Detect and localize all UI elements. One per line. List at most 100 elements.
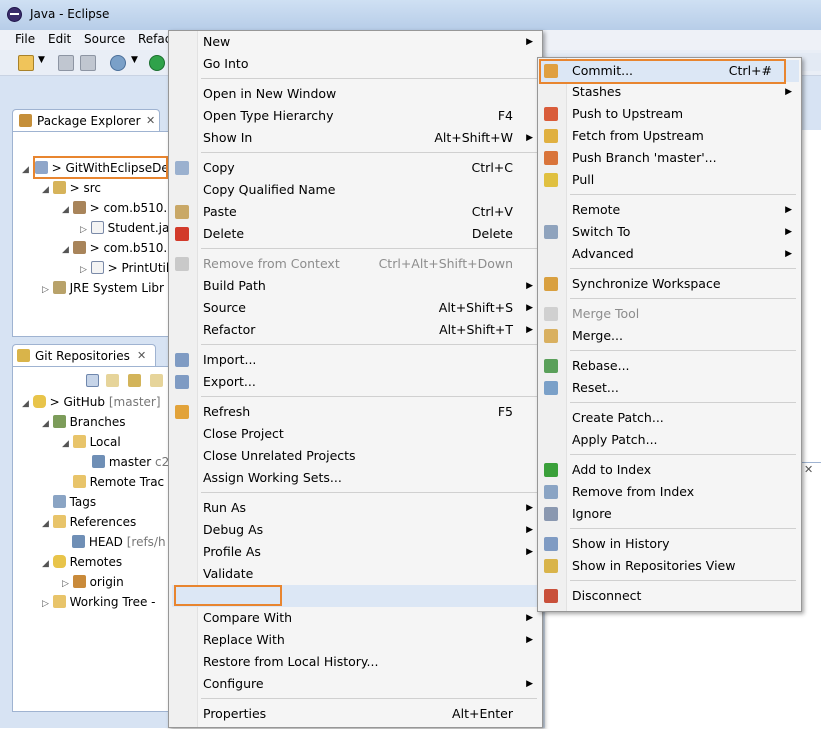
tree-row[interactable]: ◢ > com.b510. [62,238,167,258]
tree-row[interactable]: ▷ Remote Trac [62,472,164,492]
save-all-icon[interactable] [80,55,96,71]
expand-arrow-icon[interactable]: ◢ [22,165,29,175]
expand-arrow-icon[interactable]: ◢ [62,439,69,449]
menu-item-build-path[interactable]: Build Path ▶ [203,275,533,297]
collapse-all-icon[interactable] [86,374,99,387]
add-repository-icon[interactable] [106,374,119,387]
tree-row[interactable]: ▷ origin [62,572,124,592]
menu-item-replace-with[interactable]: Replace With ▶ [203,629,533,651]
menu-refactor[interactable]: Refac [138,32,171,46]
menu-item-push-to-upstream[interactable]: Push to Upstream [572,103,792,125]
tree-row[interactable]: HEAD [refs/h [72,532,166,552]
menu-file[interactable]: File [15,32,35,46]
tree-row[interactable]: ◢ > src [42,178,101,198]
menu-item-apply-patch[interactable]: Apply Patch... [572,429,792,451]
menu-item-open-in-new-window[interactable]: Open in New Window [203,83,533,105]
create-repository-icon[interactable] [150,374,163,387]
tree-row[interactable]: ▷ Tags [42,492,96,512]
menu-item-synchronize-workspace[interactable]: Synchronize Workspace [572,273,792,295]
menu-item-commit[interactable]: Commit... Ctrl+# [572,60,792,82]
menu-item-debug-as[interactable]: Debug As ▶ [203,519,533,541]
menu-item-pull[interactable]: Pull [572,169,792,191]
menu-item-push-branch-master[interactable]: Push Branch 'master'... [572,147,792,169]
close-icon[interactable]: ✕ [146,114,155,127]
run-icon[interactable] [149,55,165,71]
menu-item-properties[interactable]: Properties Alt+Enter [203,703,533,725]
collapse-arrow-icon[interactable]: ▷ [62,579,69,589]
menu-item-refresh[interactable]: Refresh F5 [203,401,533,423]
menu-item-source[interactable]: Source Alt+Shift+S ▶ [203,297,533,319]
menu-item-copy[interactable]: Copy Ctrl+C [203,157,533,179]
menu-item-reset[interactable]: Reset... [572,377,792,399]
expand-arrow-icon[interactable]: ◢ [42,519,49,529]
menu-item-ignore[interactable]: Ignore [572,503,792,525]
tab-package-explorer[interactable]: Package Explorer ✕ [12,109,160,131]
menu-item-create-patch[interactable]: Create Patch... [572,407,792,429]
tree-row[interactable]: master c2 [92,452,169,472]
new-icon[interactable] [18,55,34,71]
menu-item-remove-from-index[interactable]: Remove from Index [572,481,792,503]
menu-item-run-as[interactable]: Run As ▶ [203,497,533,519]
menu-item-show-in-repositories-view[interactable]: Show in Repositories View [572,555,792,577]
tree-row[interactable]: ◢ Remotes [42,552,122,572]
expand-arrow-icon[interactable]: ◢ [62,205,69,215]
expand-arrow-icon[interactable]: ◢ [42,185,49,195]
tree-row[interactable]: ◢ Branches [42,412,126,432]
menu-item-rebase[interactable]: Rebase... [572,355,792,377]
expand-arrow-icon[interactable]: ◢ [22,399,29,409]
close-icon[interactable]: ✕ [137,349,146,362]
tree-row[interactable]: ◢ > com.b510. [62,198,167,218]
menu-item-label: Disconnect [572,588,642,603]
expand-arrow-icon[interactable]: ◢ [42,419,49,429]
menu-item-merge[interactable]: Merge... [572,325,792,347]
menu-item-import[interactable]: Import... [203,349,533,371]
menu-item-new[interactable]: New ▶ [203,31,533,53]
window-title-bar[interactable]: Java - Eclipse [0,0,821,30]
tree-row[interactable]: ▷ Working Tree - [42,592,155,612]
menu-item-configure[interactable]: Configure ▶ [203,673,533,695]
menu-item-close-unrelated-projects[interactable]: Close Unrelated Projects [203,445,533,467]
menu-item-add-to-index[interactable]: Add to Index [572,459,792,481]
collapse-arrow-icon[interactable]: ▷ [80,225,87,235]
save-icon[interactable] [58,55,74,71]
menu-item-show-in[interactable]: Show In Alt+Shift+W ▶ [203,127,533,149]
menu-item-copy-qualified-name[interactable]: Copy Qualified Name [203,179,533,201]
menu-item-show-in-history[interactable]: Show in History [572,533,792,555]
menu-item-disconnect[interactable]: Disconnect [572,585,792,607]
menu-item-assign-working-sets[interactable]: Assign Working Sets... [203,467,533,489]
menu-edit[interactable]: Edit [48,32,71,46]
menu-item-restore-from-local-history[interactable]: Restore from Local History... [203,651,533,673]
menu-item-close-project[interactable]: Close Project [203,423,533,445]
chevron-down-icon[interactable]: ▼ [131,55,138,65]
clone-repository-icon[interactable] [128,374,141,387]
tree-row[interactable]: ▷ JRE System Libr [42,278,164,298]
menu-item-remote[interactable]: Remote ▶ [572,199,792,221]
collapse-arrow-icon[interactable]: ▷ [80,265,87,275]
chevron-down-icon[interactable]: ▼ [38,55,45,65]
collapse-arrow-icon[interactable]: ▷ [42,285,49,295]
menu-item-go-into[interactable]: Go Into [203,53,533,75]
menu-item-open-type-hierarchy[interactable]: Open Type Hierarchy F4 [203,105,533,127]
menu-item-profile-as[interactable]: Profile As ▶ [203,541,533,563]
tab-git-repositories[interactable]: Git Repositories ✕ [12,344,156,366]
menu-item-advanced[interactable]: Advanced ▶ [572,243,792,265]
menu-item-delete[interactable]: Delete Delete [203,223,533,245]
expand-arrow-icon[interactable]: ◢ [42,559,49,569]
menu-item-validate[interactable]: Validate [203,563,533,585]
tree-row[interactable]: ◢ Local [62,432,121,452]
close-icon[interactable]: ✕ [804,463,813,476]
menu-item-compare-with[interactable]: Compare With ▶ [203,607,533,629]
menu-source[interactable]: Source [84,32,125,46]
menu-item-export[interactable]: Export... [203,371,533,393]
tree-row[interactable]: ◢ References [42,512,136,532]
menu-item-fetch-from-upstream[interactable]: Fetch from Upstream [572,125,792,147]
menu-item-stashes[interactable]: Stashes ▶ [572,81,792,103]
tree-row[interactable]: ◢ > GitHub [master] [22,392,161,412]
menu-item-refactor[interactable]: Refactor Alt+Shift+T ▶ [203,319,533,341]
expand-arrow-icon[interactable]: ◢ [62,245,69,255]
debug-icon[interactable] [110,55,126,71]
collapse-arrow-icon[interactable]: ▷ [42,599,49,609]
menu-item-paste[interactable]: Paste Ctrl+V [203,201,533,223]
tree-row[interactable]: ▷ Student.ja [80,218,169,238]
menu-item-switch-to[interactable]: Switch To ▶ [572,221,792,243]
